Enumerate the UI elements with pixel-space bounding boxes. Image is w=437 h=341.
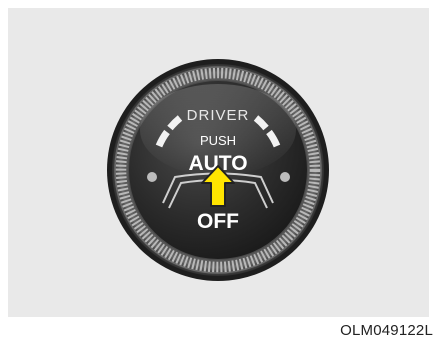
figure-caption: OLM049122L bbox=[340, 322, 433, 339]
left-indicator-dot bbox=[147, 172, 157, 182]
right-indicator-dot bbox=[280, 172, 290, 182]
driver-auto-knob-illustration: DRIVER PUSH AUTO OFF bbox=[107, 59, 329, 281]
push-label: PUSH bbox=[200, 133, 236, 148]
off-label: OFF bbox=[197, 210, 239, 233]
driver-label: DRIVER bbox=[187, 107, 250, 124]
